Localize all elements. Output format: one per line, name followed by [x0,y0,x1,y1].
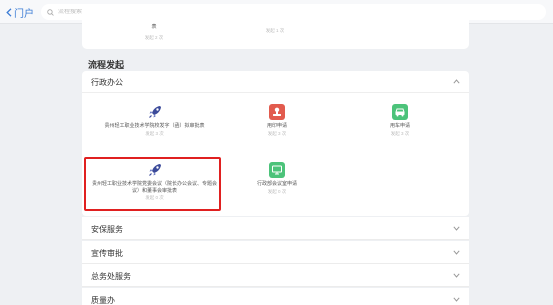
category-row[interactable]: 质量办 [82,288,469,305]
chevron-down-icon [453,250,460,255]
process-item[interactable]: 用车申请 发起 3 次 [365,104,435,137]
back-label: 门户 [14,8,34,20]
back-button[interactable]: 门户 [6,5,34,20]
chevron-left-icon [6,7,12,17]
selection-highlight [84,157,221,211]
list-item-name[interactable]: 表 [144,23,164,30]
process-item[interactable]: 用印申请 发起 3 次 [242,104,312,137]
process-count: 发起 0 次 [267,188,287,194]
category-name: 质量办 [91,296,115,305]
meeting-icon [269,162,285,178]
chevron-down-icon [453,226,460,231]
list-item-count: 发起 2 次 [144,35,164,40]
section-title: 流程发起 [88,60,125,70]
rocket-icon [147,104,163,120]
category-name: 安保服务 [91,225,123,234]
chevron-up-icon[interactable] [453,79,460,84]
process-count: 发起 3 次 [267,130,287,136]
category-header[interactable]: 行政办公 [82,71,469,93]
process-name: 行政部会议室申请 [256,181,297,187]
category-row[interactable]: 总务处服务 [82,264,469,287]
category-row[interactable]: 安保服务 [82,217,469,240]
list-item-count: 发起 1 次 [265,28,285,33]
process-name: 用车申请 [389,123,410,129]
category-name: 总务处服务 [91,272,131,281]
process-name: 贵州轻工职业技术学院校发字（函）拟审批表 [104,123,205,129]
stamp-icon [269,104,285,120]
category-row[interactable]: 宣传审批 [82,241,469,264]
category-name: 宣传审批 [91,249,123,258]
process-count: 发起 3 次 [390,130,410,136]
search-icon [47,8,54,16]
category-name: 行政办公 [91,78,123,87]
process-name: 用印申请 [266,123,287,129]
car-icon [392,104,408,120]
process-item[interactable]: 贵州轻工职业技术学院校发字（函）拟审批表 发起 3 次 [92,104,217,137]
process-count: 发起 3 次 [145,130,164,136]
chevron-down-icon [453,273,460,278]
chevron-down-icon [453,297,460,302]
recent-processes-card: 表 发起 2 次 发起 1 次 [82,14,469,49]
process-item[interactable]: 行政部会议室申请 发起 0 次 [245,162,309,195]
